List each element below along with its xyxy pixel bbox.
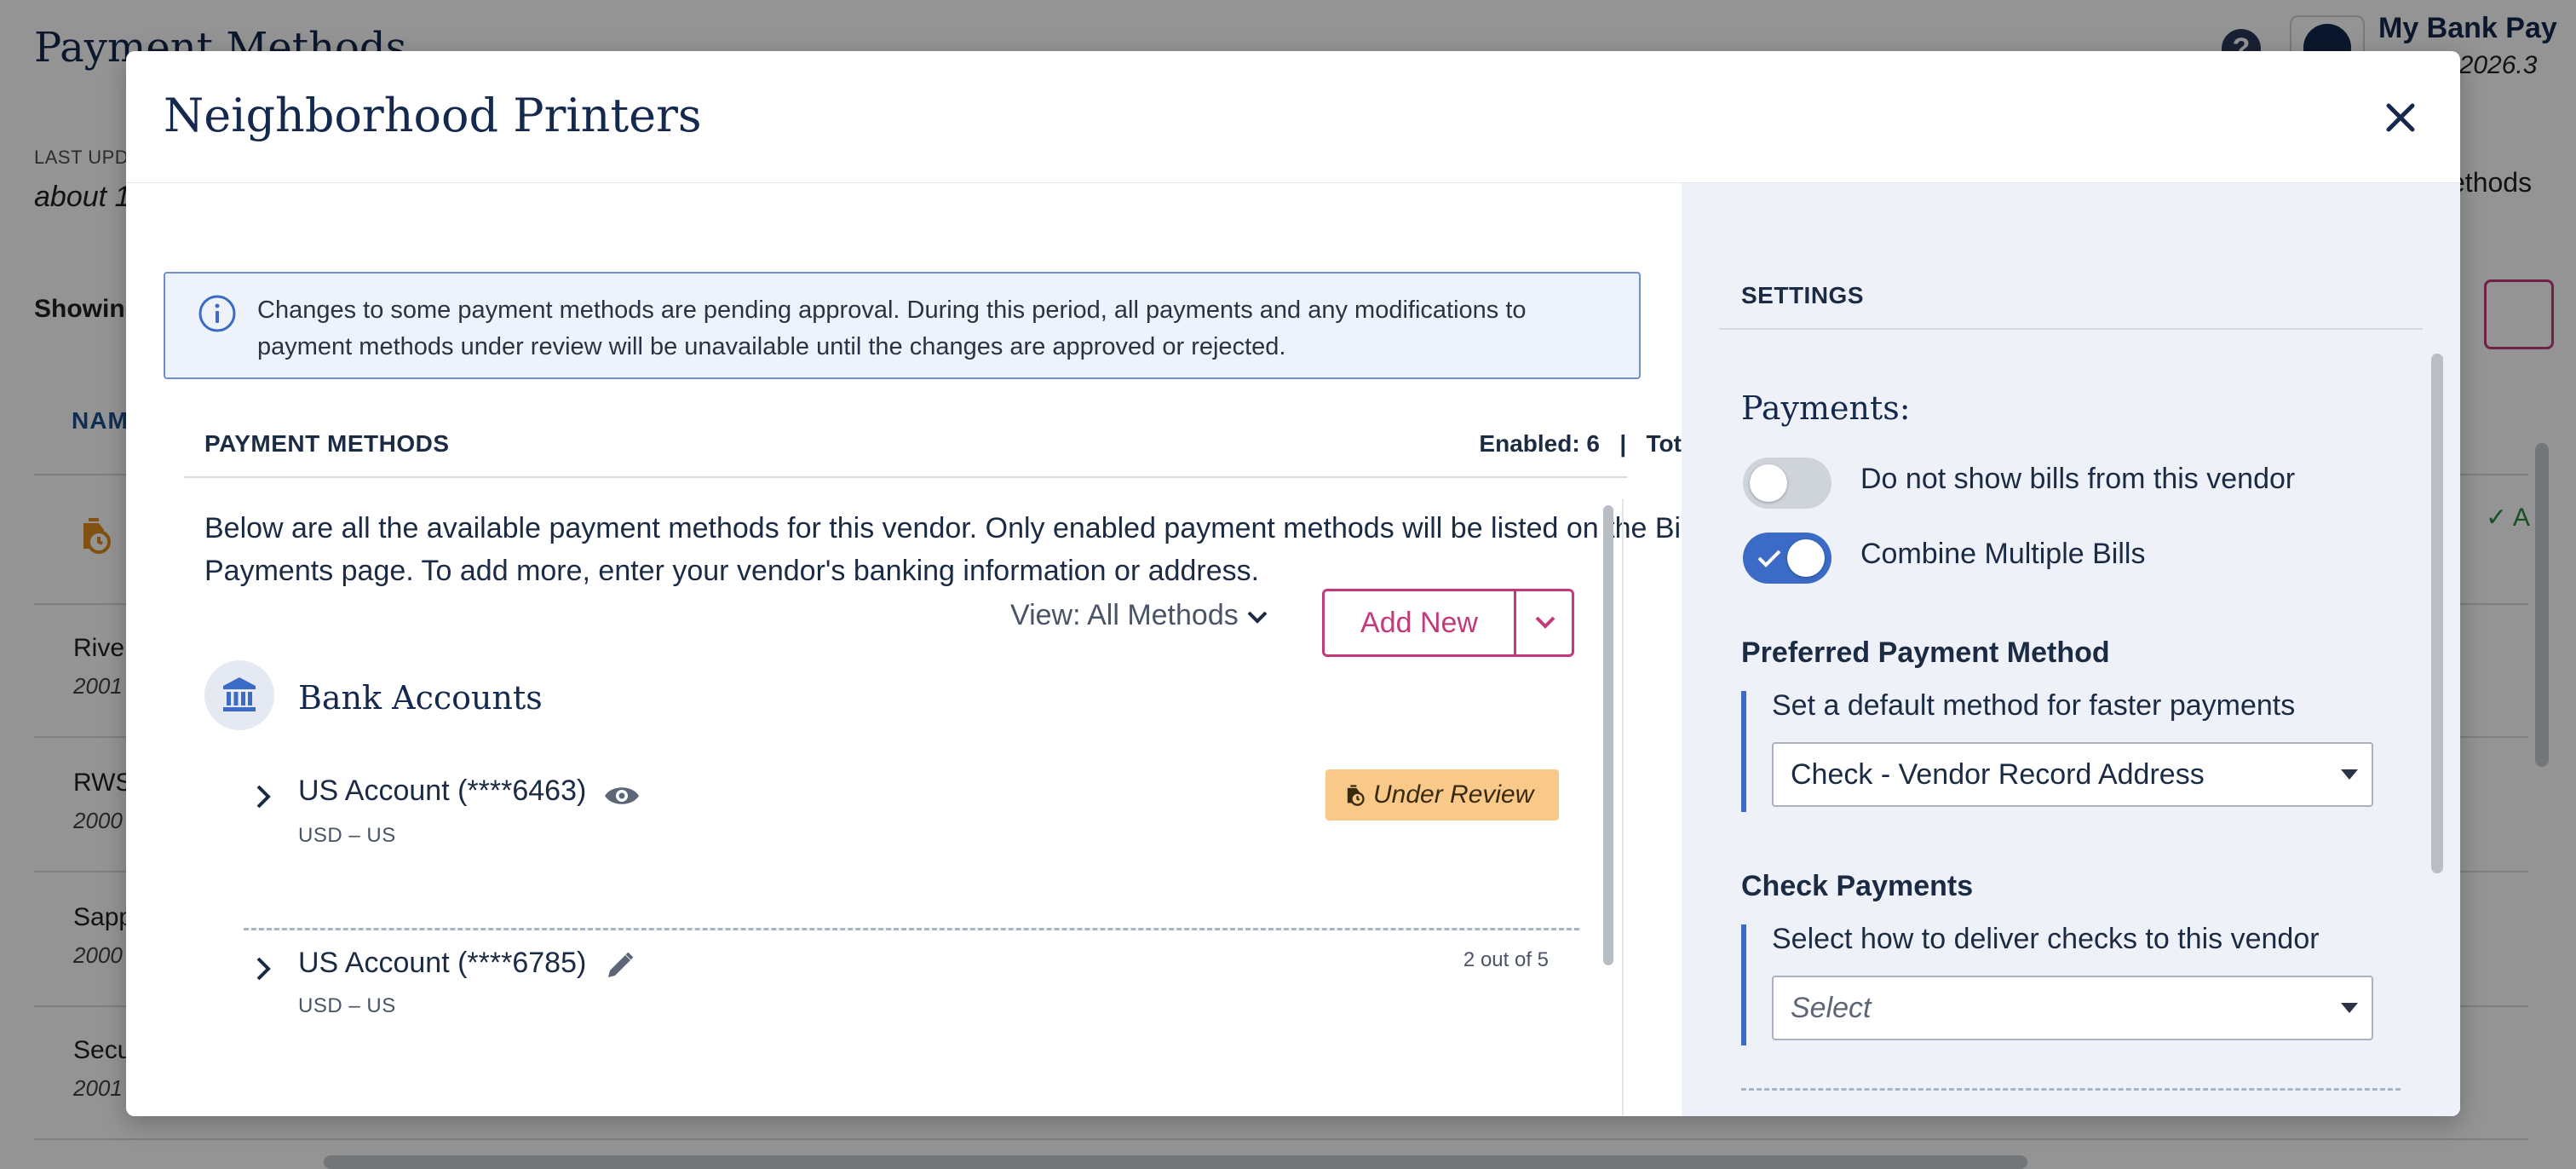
section-accent-bar [1741, 924, 1746, 1045]
preferred-method-help: Set a default method for faster payments [1772, 689, 2296, 722]
check-payments-title: Check Payments [1741, 870, 1974, 902]
bank-accounts-title: Bank Accounts [298, 679, 543, 717]
divider [184, 476, 1627, 478]
settings-panel: SETTINGS Payments: Do not show bills fro… [1682, 183, 2460, 1116]
account-name[interactable]: US Account (****6785) [298, 947, 586, 980]
payment-methods-description: Below are all the available payment meth… [204, 512, 1694, 587]
modal-title: Neighborhood Printers [164, 89, 702, 142]
view-filter-label: View: All Methods [1010, 599, 1239, 631]
hide-bills-label: Do not show bills from this vendor [1860, 463, 2296, 495]
account-name[interactable]: US Account (****6463) [298, 775, 586, 808]
modal-body: Changes to some payment methods are pend… [126, 182, 2460, 1116]
status-badge: Under Review [1325, 769, 1559, 821]
section-accent-bar [1741, 691, 1746, 812]
bank-icon-badge [204, 660, 274, 730]
divider [1719, 328, 2423, 330]
check-delivery-placeholder: Select [1791, 992, 1872, 1024]
payment-methods-counts: Enabled: 6 | Total: 9 [1479, 430, 1729, 457]
chevron-down-icon [1247, 611, 1268, 624]
scrollbar[interactable] [1603, 505, 1613, 965]
info-banner-text: Changes to some payment methods are pend… [257, 297, 1527, 360]
toggle-knob [1787, 539, 1825, 577]
eye-icon[interactable] [603, 781, 641, 810]
chevron-right-icon[interactable] [250, 952, 276, 986]
close-icon[interactable] [2375, 92, 2426, 143]
info-icon [198, 295, 236, 332]
toggle-knob [1750, 464, 1787, 502]
pencil-icon[interactable] [605, 950, 635, 981]
divider [1622, 498, 1624, 1116]
account-currency: USD – US [298, 824, 396, 847]
scrollbar[interactable] [2431, 354, 2443, 873]
caret-down-icon [2341, 769, 2358, 780]
chevron-right-icon[interactable] [250, 780, 276, 814]
bank-icon [223, 677, 256, 711]
hide-bills-toggle[interactable] [1743, 458, 1831, 509]
add-new-split-button: Add New [1322, 589, 1574, 657]
pending-clock-icon [1347, 785, 1365, 806]
info-banner: Changes to some payment methods are pend… [164, 272, 1641, 379]
combine-bills-label: Combine Multiple Bills [1860, 538, 2146, 570]
view-filter-dropdown[interactable]: View: All Methods [1010, 599, 1269, 632]
account-count: 2 out of 5 [1463, 948, 1549, 971]
divider [1741, 1088, 2401, 1091]
status-badge-label: Under Review [1373, 780, 1534, 809]
settings-header: SETTINGS [1741, 282, 1865, 308]
check-delivery-select[interactable]: Select [1772, 976, 2373, 1040]
chevron-down-icon [1535, 616, 1555, 629]
preferred-method-title: Preferred Payment Method [1741, 636, 2110, 669]
vendor-modal: Neighborhood Printers Changes to some pa… [126, 51, 2460, 1116]
check-icon [1757, 550, 1781, 567]
add-new-dropdown-button[interactable] [1516, 591, 1572, 654]
caret-down-icon [2341, 1003, 2358, 1013]
divider [244, 928, 1579, 930]
add-new-button[interactable]: Add New [1325, 591, 1514, 654]
combine-bills-toggle[interactable] [1743, 533, 1831, 584]
payments-title: Payments: [1741, 389, 1911, 427]
payment-methods-header: PAYMENT METHODS [204, 430, 450, 457]
preferred-method-value: Check - Vendor Record Address [1791, 758, 2205, 791]
account-currency: USD – US [298, 994, 396, 1017]
check-payments-help: Select how to deliver checks to this ven… [1772, 923, 2320, 955]
preferred-method-select[interactable]: Check - Vendor Record Address [1772, 742, 2373, 807]
